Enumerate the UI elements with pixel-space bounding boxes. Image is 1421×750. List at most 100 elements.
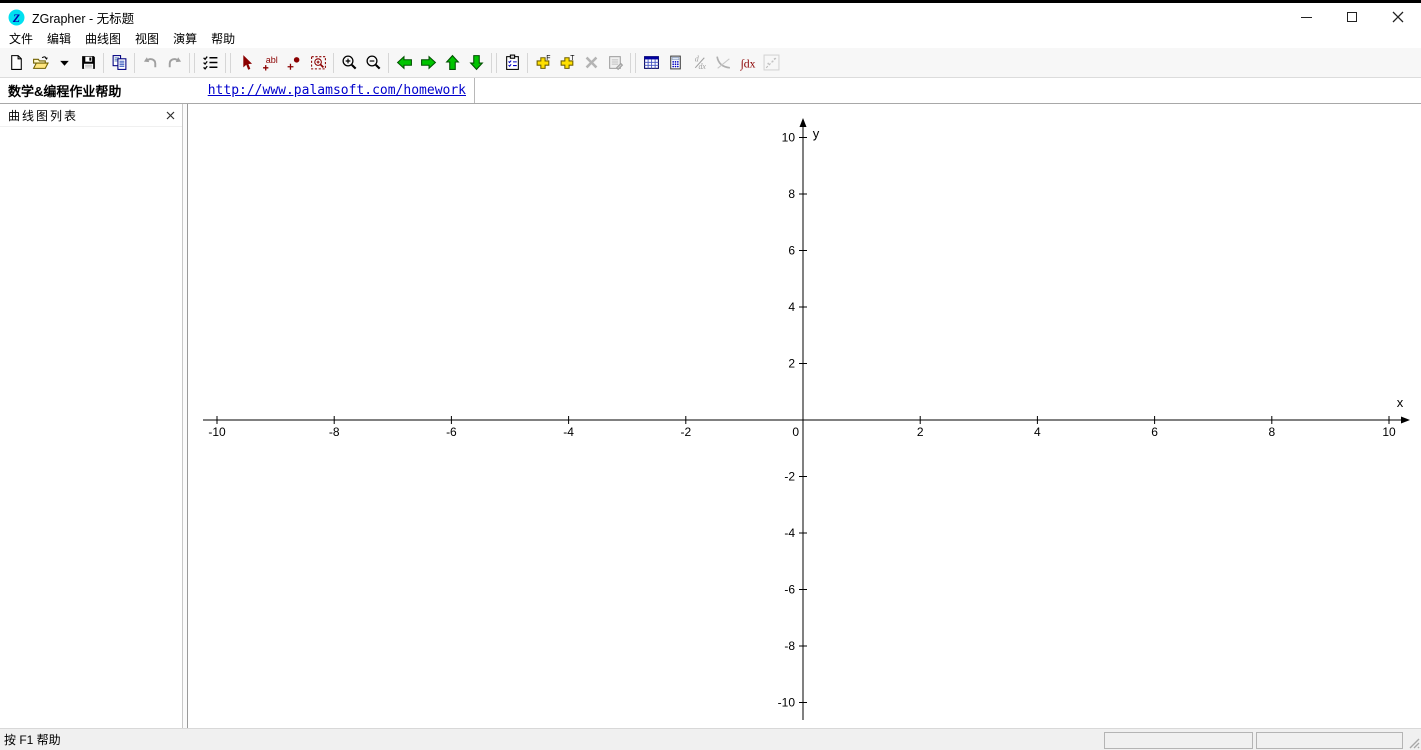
graph-properties-button <box>603 51 627 74</box>
add-point-tool-button[interactable] <box>282 51 306 74</box>
toolbar-separator <box>496 53 497 73</box>
select-tool-button[interactable] <box>234 51 258 74</box>
toolbar: abl F Tddx ∫dx <box>0 48 1421 78</box>
toolbar-separator <box>333 53 334 73</box>
svg-text:8: 8 <box>1268 425 1275 439</box>
svg-text:8: 8 <box>788 187 795 201</box>
menu-item-view[interactable]: 视图 <box>128 31 166 48</box>
app-logo-letter: Z <box>12 11 20 24</box>
svg-text:T: T <box>570 55 575 62</box>
zoom-in-button[interactable] <box>337 51 361 74</box>
toolbar-separator <box>194 53 195 73</box>
toolbar-separator <box>630 53 631 73</box>
svg-text:abl: abl <box>265 55 277 65</box>
add-label-tool-button[interactable]: abl <box>258 51 282 74</box>
scroll-left-button[interactable] <box>392 51 416 74</box>
add-table-graph-button[interactable]: T <box>555 51 579 74</box>
graph-list-panel-title: 曲线图列表 <box>8 107 78 124</box>
svg-text:4: 4 <box>788 300 795 314</box>
svg-text:y: y <box>813 126 820 141</box>
panel-close-button[interactable] <box>166 111 175 120</box>
menu-item-help[interactable]: 帮助 <box>204 31 242 48</box>
scroll-right-button[interactable] <box>416 51 440 74</box>
coordinate-axes-plot: xy-10-8-6-4-20246810-10-8-6-4-2246810 <box>188 104 1421 728</box>
svg-text:-2: -2 <box>784 470 795 484</box>
panel-close-icon <box>166 111 175 120</box>
zoom-region-tool-button[interactable] <box>306 51 330 74</box>
graph-list-body <box>0 127 182 728</box>
coordinate-properties-button[interactable] <box>500 51 524 74</box>
svg-text:-4: -4 <box>563 425 574 439</box>
open-file-button[interactable] <box>28 51 52 74</box>
table-values-button[interactable] <box>639 51 663 74</box>
svg-text:-8: -8 <box>784 639 795 653</box>
menu-item-edit[interactable]: 编辑 <box>40 31 78 48</box>
redo-button <box>162 51 186 74</box>
maximize-button[interactable] <box>1329 3 1375 31</box>
menu-item-file[interactable]: 文件 <box>2 31 40 48</box>
integral-button[interactable]: ∫dx <box>735 51 759 74</box>
status-panels <box>1104 732 1403 749</box>
homework-link[interactable]: http://www.palamsoft.com/homework <box>208 83 466 98</box>
save-button[interactable] <box>76 51 100 74</box>
main-content: 曲线图列表 xy-10-8-6-4-20246810-10-8-6-4-2246… <box>0 104 1421 728</box>
close-button[interactable] <box>1375 3 1421 31</box>
window-title: ZGrapher - 无标题 <box>32 8 134 27</box>
menu-item-graph[interactable]: 曲线图 <box>78 31 128 48</box>
svg-text:-10: -10 <box>778 696 796 710</box>
svg-text:6: 6 <box>1151 425 1158 439</box>
toolbar-separator <box>527 53 528 73</box>
svg-text:-4: -4 <box>784 526 795 540</box>
svg-text:0: 0 <box>792 425 799 439</box>
svg-text:2: 2 <box>788 357 795 371</box>
svg-text:-6: -6 <box>446 425 457 439</box>
zgrapher-window: Z ZGrapher - 无标题 文件编辑曲线图视图演算帮助 abl F Tddx ∫… <box>0 0 1421 750</box>
toolbar-separator <box>388 53 389 73</box>
banner-title: 数学&编程作业帮助 <box>8 81 121 100</box>
svg-text:2: 2 <box>917 425 924 439</box>
ad-banner: 数学&编程作业帮助 http://www.palamsoft.com/homew… <box>0 78 1421 104</box>
add-function-button[interactable]: F <box>531 51 555 74</box>
toolbar-separator <box>134 53 135 73</box>
svg-text:4: 4 <box>1034 425 1041 439</box>
toolbar-separator <box>635 53 636 73</box>
svg-text:6: 6 <box>788 244 795 258</box>
new-file-button[interactable] <box>4 51 28 74</box>
minimize-button[interactable] <box>1283 3 1329 31</box>
graph-list-toggle-button[interactable] <box>198 51 222 74</box>
status-panel-2 <box>1256 732 1403 749</box>
titlebar-drag-region[interactable] <box>134 3 1283 31</box>
scroll-down-button[interactable] <box>464 51 488 74</box>
svg-text:-2: -2 <box>680 425 691 439</box>
graph-list-panel-header: 曲线图列表 <box>0 104 182 127</box>
menu-bar: 文件编辑曲线图视图演算帮助 <box>0 31 1421 48</box>
svg-text:-8: -8 <box>329 425 340 439</box>
toolbar-separator <box>230 53 231 73</box>
menu-item-calc[interactable]: 演算 <box>166 31 204 48</box>
toolbar-separator <box>103 53 104 73</box>
plot-area[interactable]: xy-10-8-6-4-20246810-10-8-6-4-2246810 <box>187 104 1421 728</box>
toolbar-separator <box>225 53 226 73</box>
copy-button[interactable] <box>107 51 131 74</box>
status-panel-1 <box>1104 732 1253 749</box>
svg-text:-6: -6 <box>784 583 795 597</box>
undo-button <box>138 51 162 74</box>
svg-text:10: 10 <box>1382 425 1396 439</box>
resize-grip[interactable] <box>1406 735 1420 749</box>
maximize-icon <box>1347 12 1357 22</box>
open-file-dropdown[interactable] <box>52 51 76 74</box>
svg-text:10: 10 <box>782 131 796 145</box>
scroll-up-button[interactable] <box>440 51 464 74</box>
ad-banner-box: 数学&编程作业帮助 http://www.palamsoft.com/homew… <box>0 78 475 103</box>
regression-button <box>759 51 783 74</box>
derivative-button: ddx <box>687 51 711 74</box>
status-bar: 按 F1 帮助 <box>0 728 1421 750</box>
calculator-button[interactable] <box>663 51 687 74</box>
close-icon <box>1392 11 1404 23</box>
svg-text:dx: dx <box>698 62 706 71</box>
tangent-button <box>711 51 735 74</box>
status-help-text: 按 F1 帮助 <box>4 731 61 748</box>
zoom-out-button[interactable] <box>361 51 385 74</box>
svg-text:x: x <box>1397 395 1404 410</box>
delete-graph-button <box>579 51 603 74</box>
